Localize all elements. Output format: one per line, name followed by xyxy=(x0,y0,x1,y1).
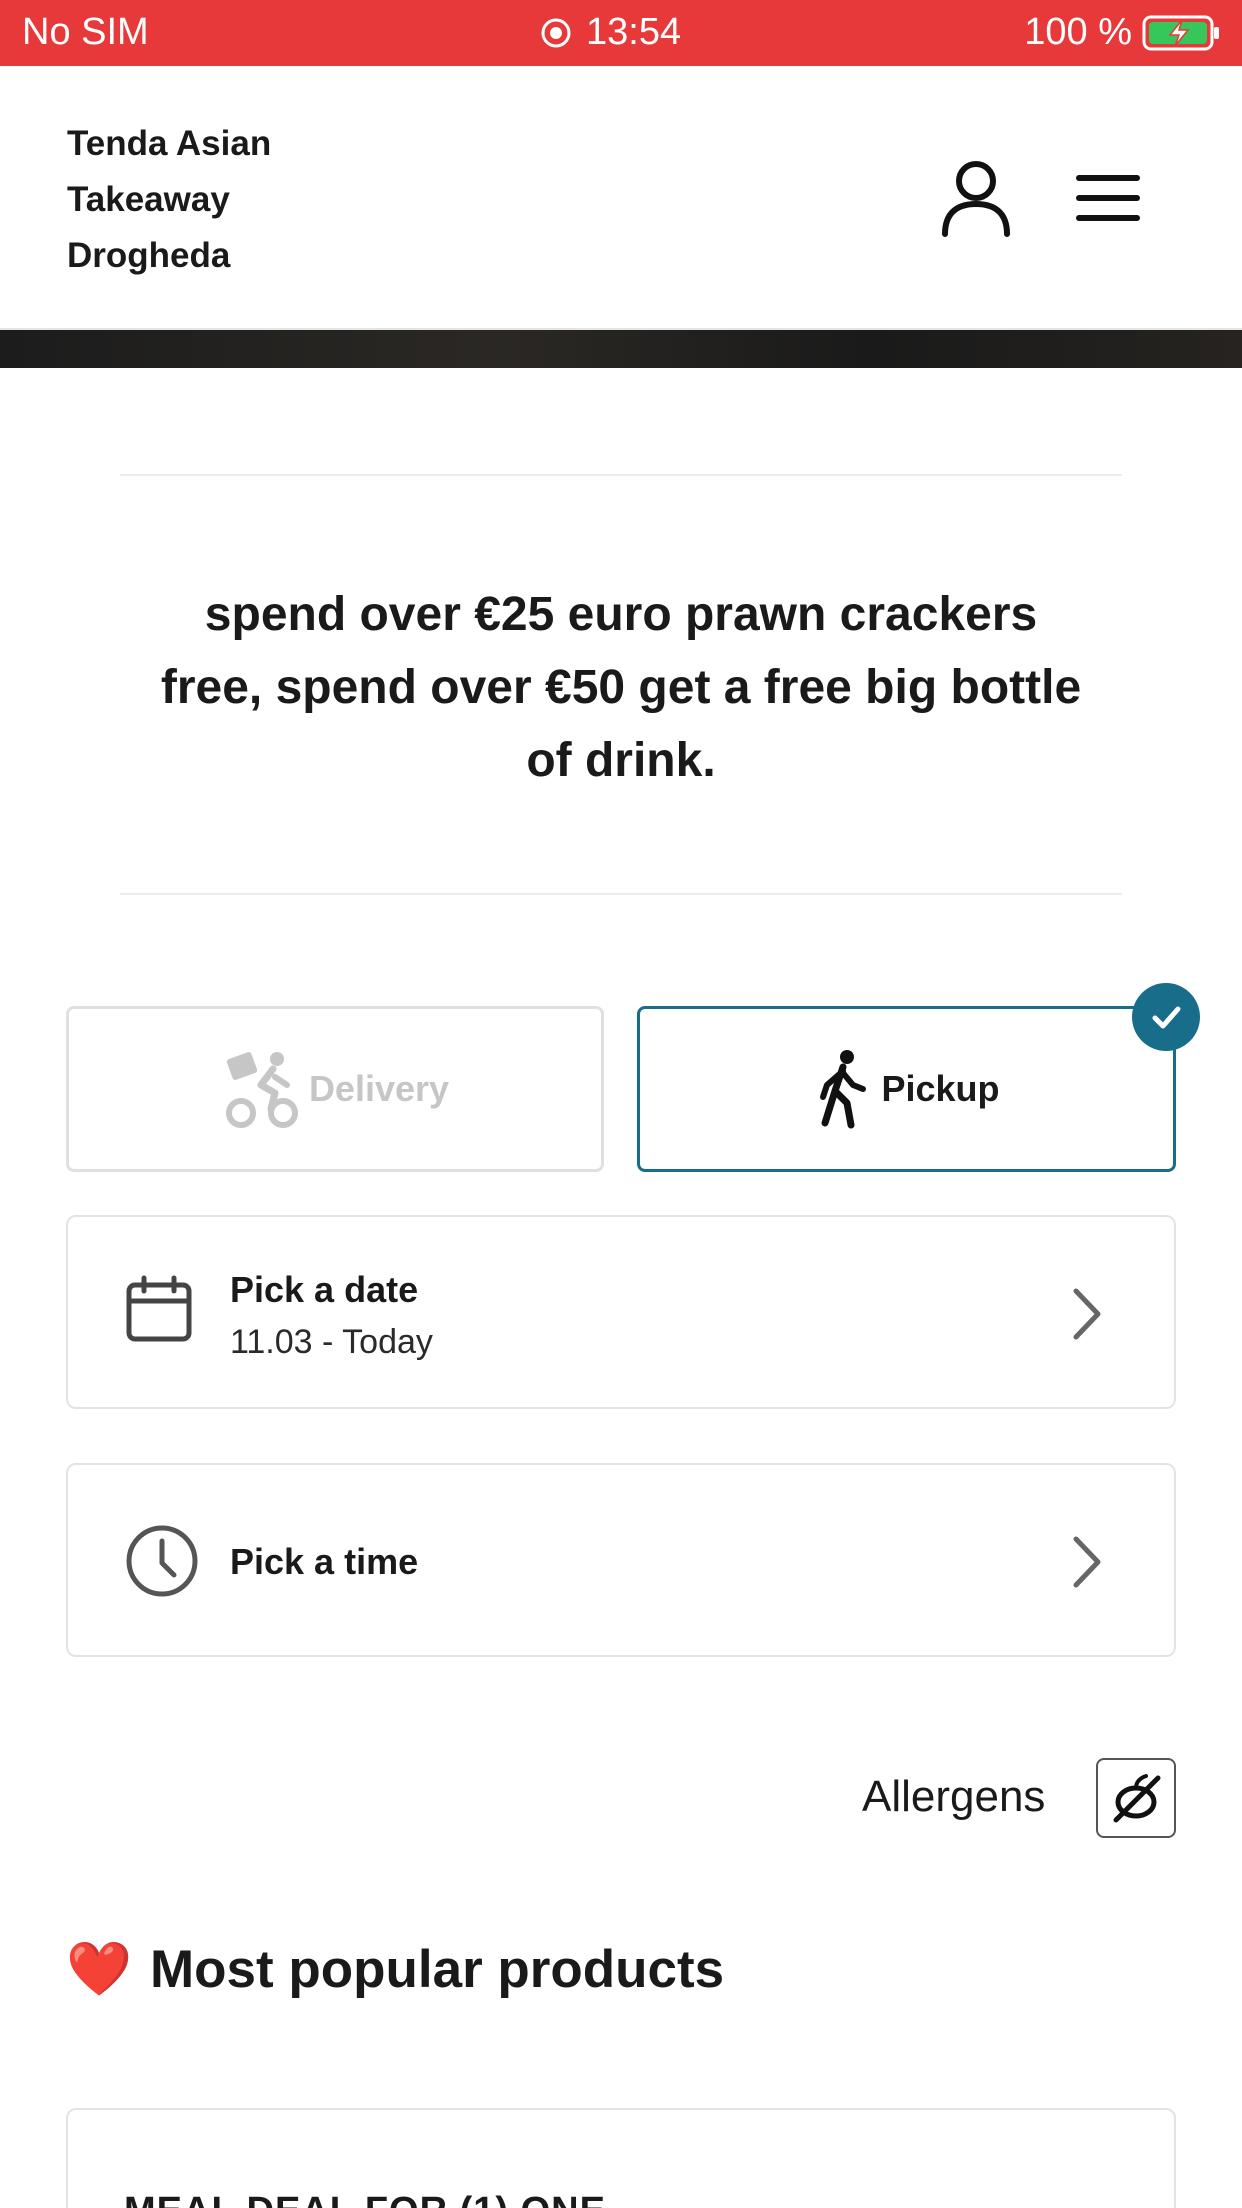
status-bar: No SIM 13:54 100 % xyxy=(0,0,1242,66)
pick-date-value: 11.03 - Today xyxy=(230,1323,433,1361)
product-name: MEAL DEAL FOR (1) ONE xyxy=(124,2190,606,2208)
battery-percent: 100 % xyxy=(1024,11,1132,53)
product-card[interactable]: MEAL DEAL FOR (1) ONE xyxy=(66,2108,1176,2208)
walking-person-icon xyxy=(820,1050,867,1129)
pickup-option-button[interactable]: Pickup xyxy=(637,1006,1176,1172)
delivery-bike-icon xyxy=(225,1052,298,1128)
hamburger-menu-icon xyxy=(1076,175,1140,221)
allergen-filter-icon xyxy=(1113,1774,1161,1823)
delivery-option-button[interactable]: Delivery xyxy=(66,1006,604,1172)
battery-charging-icon xyxy=(1142,15,1219,50)
pick-time-card[interactable]: Pick a time xyxy=(66,1463,1176,1657)
delivery-label: Delivery xyxy=(308,1068,450,1109)
hero-image xyxy=(0,330,1242,368)
heart-icon: ❤️ xyxy=(66,1940,132,1999)
pick-date-card[interactable]: Pick a date 11.03 - Today xyxy=(66,1215,1176,1409)
divider xyxy=(120,474,1122,476)
restaurant-name[interactable]: Tenda Asian Takeaway Drogheda xyxy=(67,116,327,284)
pick-time-title: Pick a time xyxy=(230,1541,419,1582)
allergens-label[interactable]: Allergens xyxy=(862,1772,1045,1822)
check-icon xyxy=(1152,1006,1181,1029)
divider xyxy=(120,893,1122,895)
menu-button[interactable] xyxy=(1075,172,1141,224)
allergens-button[interactable] xyxy=(1096,1758,1176,1838)
pickup-label: Pickup xyxy=(881,1068,1000,1109)
user-icon xyxy=(942,161,1010,237)
app-header: Tenda Asian Takeaway Drogheda xyxy=(0,66,1242,330)
recording-icon xyxy=(541,18,571,47)
popular-products-heading: ❤️ Most popular products xyxy=(66,1938,724,2000)
chevron-right-icon xyxy=(1073,1288,1101,1340)
account-button[interactable] xyxy=(940,158,1012,238)
chevron-right-icon xyxy=(1073,1536,1101,1588)
calendar-icon xyxy=(126,1275,192,1342)
carrier-label: No SIM xyxy=(22,11,149,53)
selected-check-badge xyxy=(1132,983,1200,1051)
pick-date-title: Pick a date xyxy=(230,1269,419,1310)
clock-icon xyxy=(126,1525,198,1597)
clock-label: 13:54 xyxy=(586,11,682,53)
promo-message: spend over €25 euro prawn crackers free,… xyxy=(160,588,1082,787)
popular-products-title: Most popular products xyxy=(150,1939,725,1999)
